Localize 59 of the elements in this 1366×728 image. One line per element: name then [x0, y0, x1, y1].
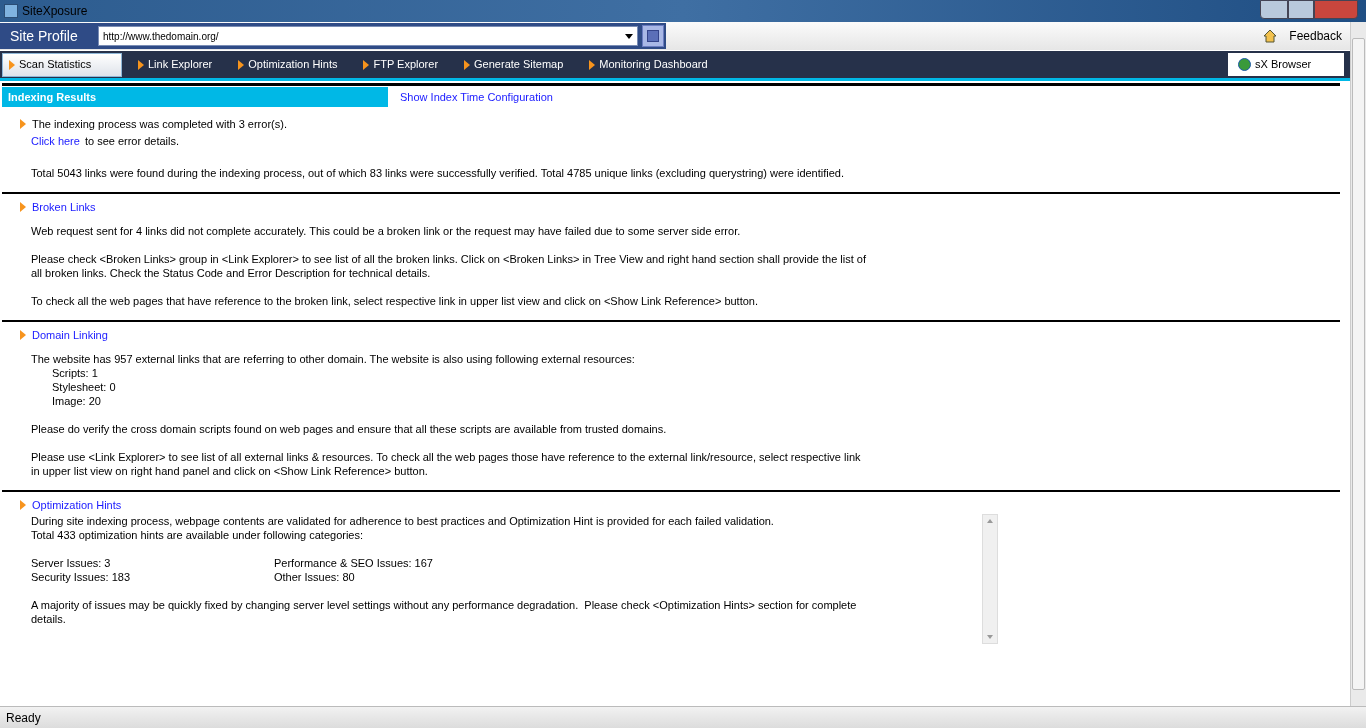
details-link[interactable]: Click here — [31, 134, 80, 148]
arrow-icon — [20, 119, 26, 129]
scrollbar[interactable] — [1350, 22, 1366, 706]
paragraph: Please do verify the cross domain scripts found on web pages and ensure that all these scripts are available from trusted domains. — [31, 422, 668, 436]
paragraph: Please check <Broken Links> group in <Link Explorer> to see list of all the broken links. Click on <Broken Links> in Tree View and right hand section shall provide the list of all broken links. Check the Status Code and Error Description for technical details. — [31, 252, 868, 280]
restore-button[interactable] — [1288, 0, 1314, 19]
nav-tab[interactable]: Generate Sitemap — [458, 52, 570, 77]
url-dropdown[interactable]: http://www.thedomain.org/ — [98, 26, 638, 46]
paragraph: Please use <Link Explorer> to see list of all external links & resources. To check all the web pages those have reference to the external link/resource, select respective link in upper list view on right hand panel and click on <Show Link Reference> button. — [31, 450, 862, 478]
issue-count: Other Issues: 80 — [274, 570, 356, 584]
arrow-icon — [589, 59, 596, 70]
scroll-thumb[interactable] — [1352, 38, 1365, 690]
section-header: Indexing Results — [2, 87, 388, 107]
url-text: http://www.thedomain.org/ — [103, 29, 220, 44]
home-icon[interactable] — [1263, 29, 1278, 43]
site-profile-label: Site Profile — [10, 26, 79, 46]
paragraph: Web request sent for 4 links did not complete accurately. This could be a broken link or the request may have failed due to some server side error. — [31, 224, 742, 238]
nav-tab[interactable]: Monitoring Dashboard — [583, 52, 714, 77]
issue-count: Security Issues: 183 — [31, 570, 132, 584]
nav-tab[interactable]: FTP Explorer — [357, 52, 445, 77]
arrow-icon — [138, 59, 144, 70]
resource-count: Stylesheet: 0 — [52, 380, 117, 394]
paragraph: Total 5043 links were found during the indexing process, out of which 83 links were successfully verified. Total 4785 unique links (excluding querystring) were identified. — [31, 166, 846, 180]
dropdown-caret-icon — [625, 33, 633, 39]
paragraph: To check all the web pages that have reference to the broken link, select respective link in upper list view and click on <Show Link Reference> button. — [31, 294, 760, 308]
arrow-icon — [20, 500, 26, 510]
inner-scrollbar[interactable] — [982, 514, 998, 644]
section-link[interactable]: Domain Linking — [32, 328, 108, 342]
section-link[interactable]: Broken Links — [32, 200, 96, 214]
browser-button[interactable]: sX Browser — [1228, 53, 1344, 76]
window-title: SiteXposure — [22, 3, 88, 20]
scroll-down-icon[interactable] — [987, 635, 993, 639]
save-icon[interactable] — [642, 25, 664, 47]
resource-count: Scripts: 1 — [52, 366, 99, 380]
scroll-up-icon[interactable] — [987, 519, 993, 523]
arrow-icon — [363, 59, 370, 70]
nav-tab[interactable]: Link Explorer — [132, 52, 219, 77]
arrow-icon — [20, 330, 26, 340]
arrow-icon — [20, 202, 26, 212]
details-text: to see error details. — [84, 134, 180, 148]
status-bar: Ready — [0, 706, 1366, 728]
nav-tab[interactable]: Optimization Hints — [232, 52, 344, 77]
nav-tab[interactable]: Scan Statistics — [2, 52, 122, 77]
status-message: The indexing process was completed with 3 error(s). — [32, 117, 287, 131]
paragraph: A majority of issues may be quickly fixed by changing server level settings without any performance degradation. Please check <Optimization Hints> section for complete details. — [31, 598, 858, 626]
issue-count: Server Issues: 3 — [31, 556, 112, 570]
feedback-link[interactable]: Feedback — [1289, 27, 1342, 45]
section-link[interactable]: Optimization Hints — [32, 498, 122, 512]
resource-count: Image: 20 — [52, 394, 102, 408]
paragraph: During site indexing process, webpage contents are validated for adherence to best practices and Optimization Hint is provided for each failed validation. Total 433 optimization hints are available under following categories: — [31, 514, 775, 542]
minimize-button[interactable] — [1260, 0, 1288, 19]
arrow-icon — [9, 59, 15, 70]
issue-count: Performance & SEO Issues: 167 — [274, 556, 434, 570]
arrow-icon — [238, 59, 245, 70]
paragraph: The website has 957 external links that are referring to other domain. The website is also using following external resources: — [31, 352, 636, 366]
config-link[interactable]: Show Index Time Configuration — [400, 88, 553, 106]
app-icon — [4, 4, 18, 18]
globe-icon — [1238, 58, 1251, 71]
arrow-icon — [464, 59, 471, 70]
